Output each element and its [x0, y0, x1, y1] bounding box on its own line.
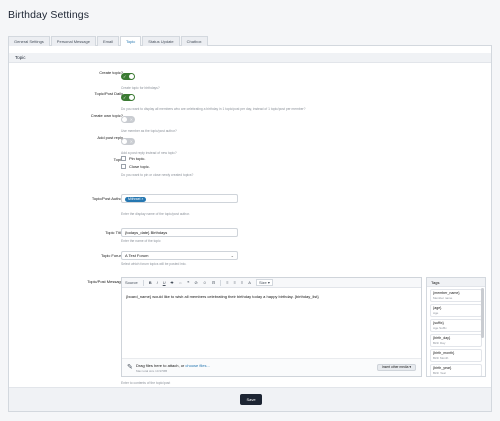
message-editor: Source B I U S ⇔ ❝ ⊘ ☺ ⊟ ≡ ≡ ≡ A Size ▾ …: [121, 277, 422, 377]
topic-forum-select[interactable]: A Test Forum ⌄: [121, 251, 238, 260]
create-topic-toggle[interactable]: ✓: [121, 73, 135, 81]
add-post-reply-label: Add post reply: [97, 135, 123, 140]
page-title: Birthday Settings: [8, 9, 90, 21]
form-footer: Save: [9, 387, 491, 411]
bold-button[interactable]: B: [149, 280, 152, 285]
align-center-icon[interactable]: ≡: [234, 280, 236, 285]
add-post-reply-toggle[interactable]: ✕: [121, 138, 135, 146]
tab-general-settings[interactable]: General Settings: [8, 36, 50, 46]
underline-button[interactable]: U: [163, 280, 166, 285]
paperclip-icon: ✎: [127, 364, 133, 371]
link-icon[interactable]: ⇔: [178, 280, 182, 285]
media-icon[interactable]: ⊟: [212, 280, 215, 285]
pin-topic-label: Pin topic.: [129, 156, 146, 161]
tag-item[interactable]: {age} Age: [430, 304, 482, 317]
create-own-topic-toggle[interactable]: ✕: [121, 116, 135, 124]
spoiler-icon[interactable]: ⊘: [194, 280, 197, 285]
tag-item[interactable]: {member_name} Member name: [430, 289, 482, 302]
tag-item[interactable]: {suffix} Age Suffix: [430, 319, 482, 332]
attach-text: Drag files here to attach, or choose fil…: [136, 363, 210, 368]
close-topic-checkbox[interactable]: [121, 164, 126, 169]
smiley-icon[interactable]: ☺: [203, 280, 207, 285]
author-token[interactable]: Mithrael ×: [125, 197, 147, 202]
tab-personal-message[interactable]: Personal Message: [50, 36, 96, 46]
topic-title-input[interactable]: {todays_date} Birthdays: [121, 228, 238, 237]
choose-files-link[interactable]: choose files...: [185, 363, 209, 368]
section-header: Topic: [9, 53, 491, 63]
quote-icon[interactable]: ❝: [187, 280, 189, 285]
tab-status-update[interactable]: Status Update: [142, 36, 180, 46]
settings-panel: Topic Create topic? ✓ Create topic for b…: [8, 46, 492, 412]
font-color-icon[interactable]: A: [248, 280, 251, 285]
size-dropdown[interactable]: Size ▾: [255, 279, 273, 286]
message-label: Topic/Post Message: [87, 279, 123, 284]
pin-topic-option[interactable]: Pin topic.: [121, 156, 193, 161]
topic-options-hint: Do you want to pin or close newly create…: [121, 173, 194, 177]
source-button[interactable]: Source: [125, 280, 138, 285]
topic-title-hint: Enter the name of the topic: [121, 239, 161, 243]
create-topic-label: Create topic?: [99, 70, 123, 75]
message-hint: Enter to contents of the topic/post: [121, 381, 171, 385]
editor-toolbar: Source B I U S ⇔ ❝ ⊘ ☺ ⊟ ≡ ≡ ≡ A Size ▾: [122, 278, 421, 288]
tags-header: Tags: [427, 278, 485, 287]
tab-chatbox[interactable]: Chatbox: [180, 36, 208, 46]
x-icon: ✕: [129, 139, 133, 145]
tab-email[interactable]: Email: [96, 36, 119, 46]
tag-item[interactable]: {birth_month} Birth Month: [430, 349, 482, 362]
italic-button[interactable]: I: [157, 280, 158, 285]
tags-panel: Tags {member_name} Member name {age} Age {…: [426, 277, 486, 377]
attach-area[interactable]: ✎ Drag files here to attach, or choose f…: [122, 358, 421, 376]
check-icon: ✓: [123, 95, 127, 101]
align-right-icon[interactable]: ≡: [241, 280, 243, 285]
topic-post-daily-label: Topic/Post Daily: [94, 91, 123, 96]
check-icon: ✓: [123, 74, 127, 80]
tag-item[interactable]: {birth_day} Birth Day: [430, 334, 482, 347]
add-post-reply-hint: Add a post reply instead of new topic?: [121, 151, 177, 155]
tab-bar: General Settings Personal Message Email …: [8, 36, 492, 47]
author-hint: Enter the display name of the topic/post…: [121, 212, 190, 216]
pin-topic-checkbox[interactable]: [121, 156, 126, 161]
create-own-topic-label: Create own topic?: [90, 113, 123, 118]
tag-item[interactable]: {birth_year} Birth Year: [430, 364, 482, 376]
align-left-icon[interactable]: ≡: [226, 280, 228, 285]
strikethrough-button[interactable]: S: [171, 280, 174, 285]
x-icon: ✕: [129, 117, 133, 123]
topic-post-daily-toggle[interactable]: ✓: [121, 94, 135, 102]
author-input[interactable]: Mithrael ×: [121, 194, 238, 203]
topic-forum-value: A Test Forum: [125, 253, 149, 258]
message-body[interactable]: {board_name} would like to wish all memb…: [122, 288, 421, 305]
close-topic-label: Close topic.: [129, 164, 150, 169]
topic-forum-hint: Select which forum topics will be posted…: [121, 262, 187, 266]
chevron-down-icon: ⌄: [230, 253, 234, 258]
author-label: Topic/Post Author: [91, 196, 123, 201]
topic-forum-label: Topic Forum: [100, 253, 123, 258]
insert-media-button[interactable]: Insert other media ▾: [376, 364, 416, 371]
attach-max-size: Max total size 10.97MB: [136, 369, 168, 373]
save-button[interactable]: Save: [240, 394, 262, 405]
tags-scrollbar[interactable]: [481, 288, 484, 338]
attach-prompt: Drag files here to attach, or: [136, 363, 186, 368]
close-topic-option[interactable]: Close topic.: [121, 164, 193, 169]
